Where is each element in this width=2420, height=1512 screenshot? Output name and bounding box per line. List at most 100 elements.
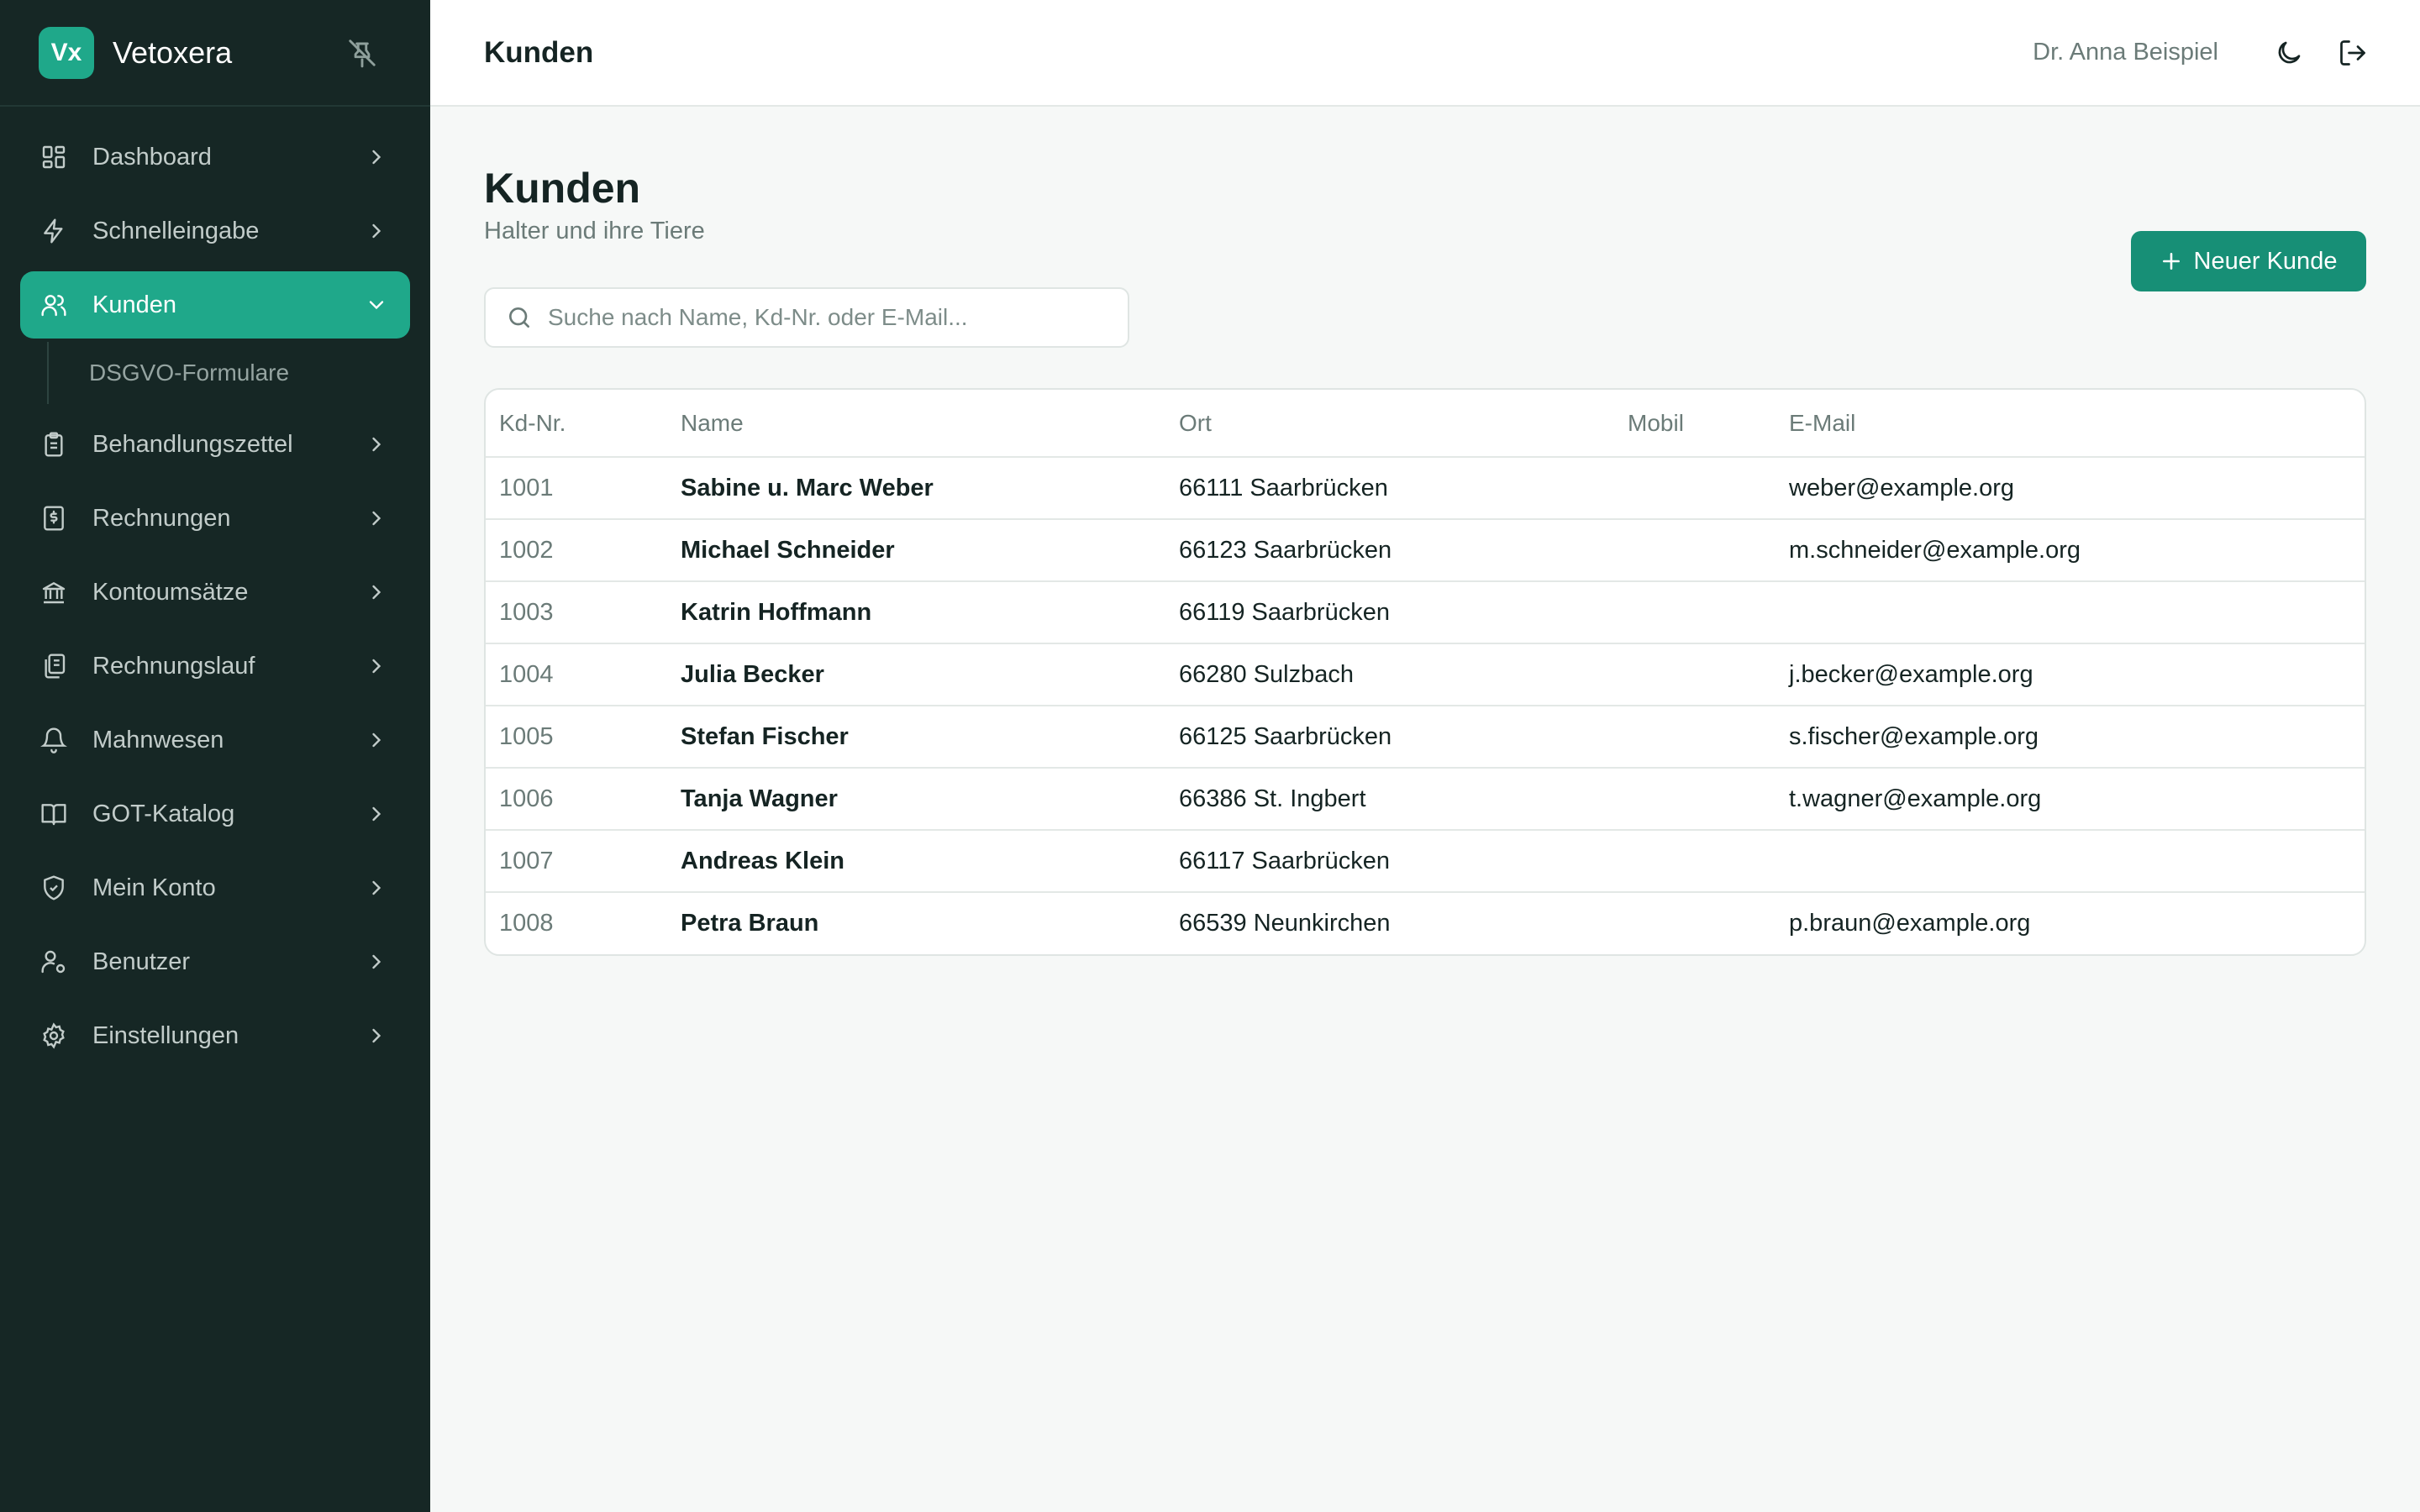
- chevron-right-icon: [372, 437, 381, 452]
- table-row[interactable]: 1003 Katrin Hoffmann 66119 Saarbrücken: [486, 581, 2365, 644]
- cell-name: Tanja Wagner: [667, 768, 1165, 831]
- table-row[interactable]: 1006 Tanja Wagner 66386 St. Ingbert t.wagne…: [486, 768, 2365, 831]
- sidebar-item-behandlungszettel[interactable]: Behandlungszettel: [20, 411, 410, 478]
- cell-email: [1776, 581, 2365, 644]
- cell-ort: 66125 Saarbrücken: [1165, 706, 1614, 769]
- moon-icon[interactable]: [2274, 38, 2304, 68]
- sidebar-item-rechnungen[interactable]: Rechnungen: [20, 485, 410, 552]
- sidebar-subitem-dsgvo[interactable]: DSGVO-Formulare: [47, 342, 410, 404]
- sidebar-nav: Dashboard Schnelleingabe Kunden DSGVO-Fo…: [0, 107, 430, 1076]
- cell-mobil: [1614, 892, 1776, 954]
- sidebar-item-kontoumsaetze[interactable]: Kontoumsätze: [20, 559, 410, 626]
- cell-ort: 66539 Neunkirchen: [1179, 910, 1391, 937]
- cell-mobil: [1614, 830, 1776, 893]
- column-header-name[interactable]: Name: [667, 390, 1165, 458]
- table-row[interactable]: 1007 Andreas Klein 66117 Saarbrücken: [486, 830, 2365, 893]
- cell-email: m.schneider@example.org: [1776, 519, 2365, 582]
- cell-name: Petra Braun: [681, 910, 819, 937]
- sidebar-item-label: Mahnwesen: [92, 726, 224, 753]
- sidebar-item-label: Dashboard: [92, 143, 212, 171]
- cell-kdnr: 1006: [486, 768, 667, 831]
- cell-mobil: [1614, 768, 1776, 831]
- cell-ort: 66111 Saarbrücken: [1165, 457, 1614, 520]
- users-icon: [41, 295, 66, 317]
- cell-kdnr: 1001: [486, 457, 667, 520]
- user-name[interactable]: Dr. Anna Beispiel: [2033, 39, 2218, 66]
- cell-kdnr: 1002: [486, 519, 667, 582]
- chevron-right-icon: [372, 150, 381, 165]
- column-header-email[interactable]: E-Mail: [1776, 390, 2365, 458]
- table-row[interactable]: 1002 Michael Schneider 66123 Saarbrücken m.…: [486, 519, 2365, 582]
- chevron-down-icon: [369, 301, 384, 310]
- topbar-title: Kunden: [484, 35, 594, 69]
- sidebar-item-schnelleingabe[interactable]: Schnelleingabe: [20, 197, 410, 265]
- sidebar-item-rechnungslauf[interactable]: Rechnungslauf: [20, 633, 410, 700]
- gear-icon: [43, 1022, 65, 1049]
- cell-mobil: [1614, 643, 1776, 706]
- sidebar-item-label: Einstellungen: [92, 1021, 239, 1049]
- table-body: 1001 Sabine u. Marc Weber 66111 Saarbrücke…: [486, 457, 2365, 954]
- topbar: Kunden Dr. Anna Beispiel: [430, 0, 2420, 107]
- chevron-right-icon: [372, 223, 381, 239]
- chevron-right-icon: [372, 732, 381, 748]
- cell-email: t.wagner@example.org: [1776, 768, 2365, 831]
- sidebar-item-kunden[interactable]: Kunden: [20, 271, 410, 339]
- sidebar-item-label: Kontoumsätze: [92, 578, 249, 606]
- cell-email: s.fischer@example.org: [1776, 706, 2365, 769]
- documents-icon: [45, 654, 66, 679]
- sidebar-item-einstellungen[interactable]: Einstellungen: [20, 1002, 410, 1069]
- chevron-right-icon: [372, 1028, 381, 1043]
- cell-mobil: [1614, 519, 1776, 582]
- column-header-ort[interactable]: Ort: [1165, 390, 1614, 458]
- sidebar-item-benutzer[interactable]: Benutzer: [20, 928, 410, 995]
- sidebar-item-label: Rechnungen: [92, 504, 231, 532]
- table-row[interactable]: 1001 Sabine u. Marc Weber 66111 Saarbrücke…: [486, 457, 2365, 520]
- dashboard-icon: [42, 145, 66, 169]
- cell-name: Katrin Hoffmann: [667, 581, 1165, 644]
- sidebar-item-got-katalog[interactable]: GOT-Katalog: [20, 780, 410, 848]
- user-cog-icon: [41, 950, 66, 974]
- cell-ort: 66386 St. Ingbert: [1165, 768, 1614, 831]
- main-area: Kunden Dr. Anna Beispiel Kunden Halter u…: [430, 0, 2420, 1512]
- plus-icon: [2162, 253, 2180, 270]
- invoice-icon: [44, 506, 64, 531]
- table-row[interactable]: 1008 Petra Braun 66539 Neunkirchen p.braun@…: [486, 892, 2365, 954]
- cell-name: Michael Schneider: [667, 519, 1165, 582]
- table-row[interactable]: 1005 Stefan Fischer 66125 Saarbrücken s.fis…: [486, 706, 2365, 769]
- cell-email: p.braun@example.org: [1789, 910, 2031, 937]
- cell-mobil: [1614, 581, 1776, 644]
- cell-name: Sabine u. Marc Weber: [667, 457, 1165, 520]
- cell-email: [1776, 830, 2365, 893]
- page-subtitle: Halter und ihre Tiere: [484, 218, 705, 244]
- unpin-icon[interactable]: [346, 37, 378, 69]
- search-box[interactable]: [484, 287, 1129, 348]
- table-row[interactable]: 1004 Julia Becker 66280 Sulzbach j.becker@e…: [486, 643, 2365, 706]
- cell-ort: 66123 Saarbrücken: [1165, 519, 1614, 582]
- brand: Vx Vetoxera: [0, 0, 430, 107]
- bell-icon: [40, 727, 67, 753]
- cell-ort: 66119 Saarbrücken: [1165, 581, 1614, 644]
- sidebar-item-label: Schnelleingabe: [92, 217, 260, 244]
- lightning-icon: [44, 218, 63, 244]
- sidebar-item-mein-konto[interactable]: Mein Konto: [20, 854, 410, 921]
- cell-mobil: [1614, 706, 1776, 769]
- page-title: Kunden: [484, 165, 641, 212]
- chevron-right-icon: [372, 585, 381, 600]
- new-customer-button[interactable]: Neuer Kunde: [2131, 231, 2366, 291]
- cell-name: Andreas Klein: [667, 830, 1165, 893]
- table-header-row: Kd-Nr. Name Ort Mobil E-Mail: [486, 390, 2365, 458]
- cell-ort: 66117 Saarbrücken: [1165, 830, 1614, 893]
- shield-icon: [44, 875, 64, 900]
- new-customer-label: Neuer Kunde: [2193, 247, 2338, 275]
- column-header-mobil[interactable]: Mobil: [1614, 390, 1776, 458]
- brand-name: Vetoxera: [113, 34, 233, 70]
- sidebar-item-dashboard[interactable]: Dashboard: [20, 123, 410, 191]
- search-icon: [509, 307, 529, 328]
- sidebar-item-label: GOT-Katalog: [92, 800, 235, 827]
- column-header-kdnr[interactable]: Kd-Nr.: [486, 390, 667, 458]
- sidebar-item-mahnwesen[interactable]: Mahnwesen: [20, 706, 410, 774]
- search-input[interactable]: [548, 304, 1119, 331]
- sidebar-item-label: Mein Konto: [92, 874, 216, 901]
- logout-icon[interactable]: [2338, 38, 2368, 68]
- chevron-right-icon: [372, 659, 381, 674]
